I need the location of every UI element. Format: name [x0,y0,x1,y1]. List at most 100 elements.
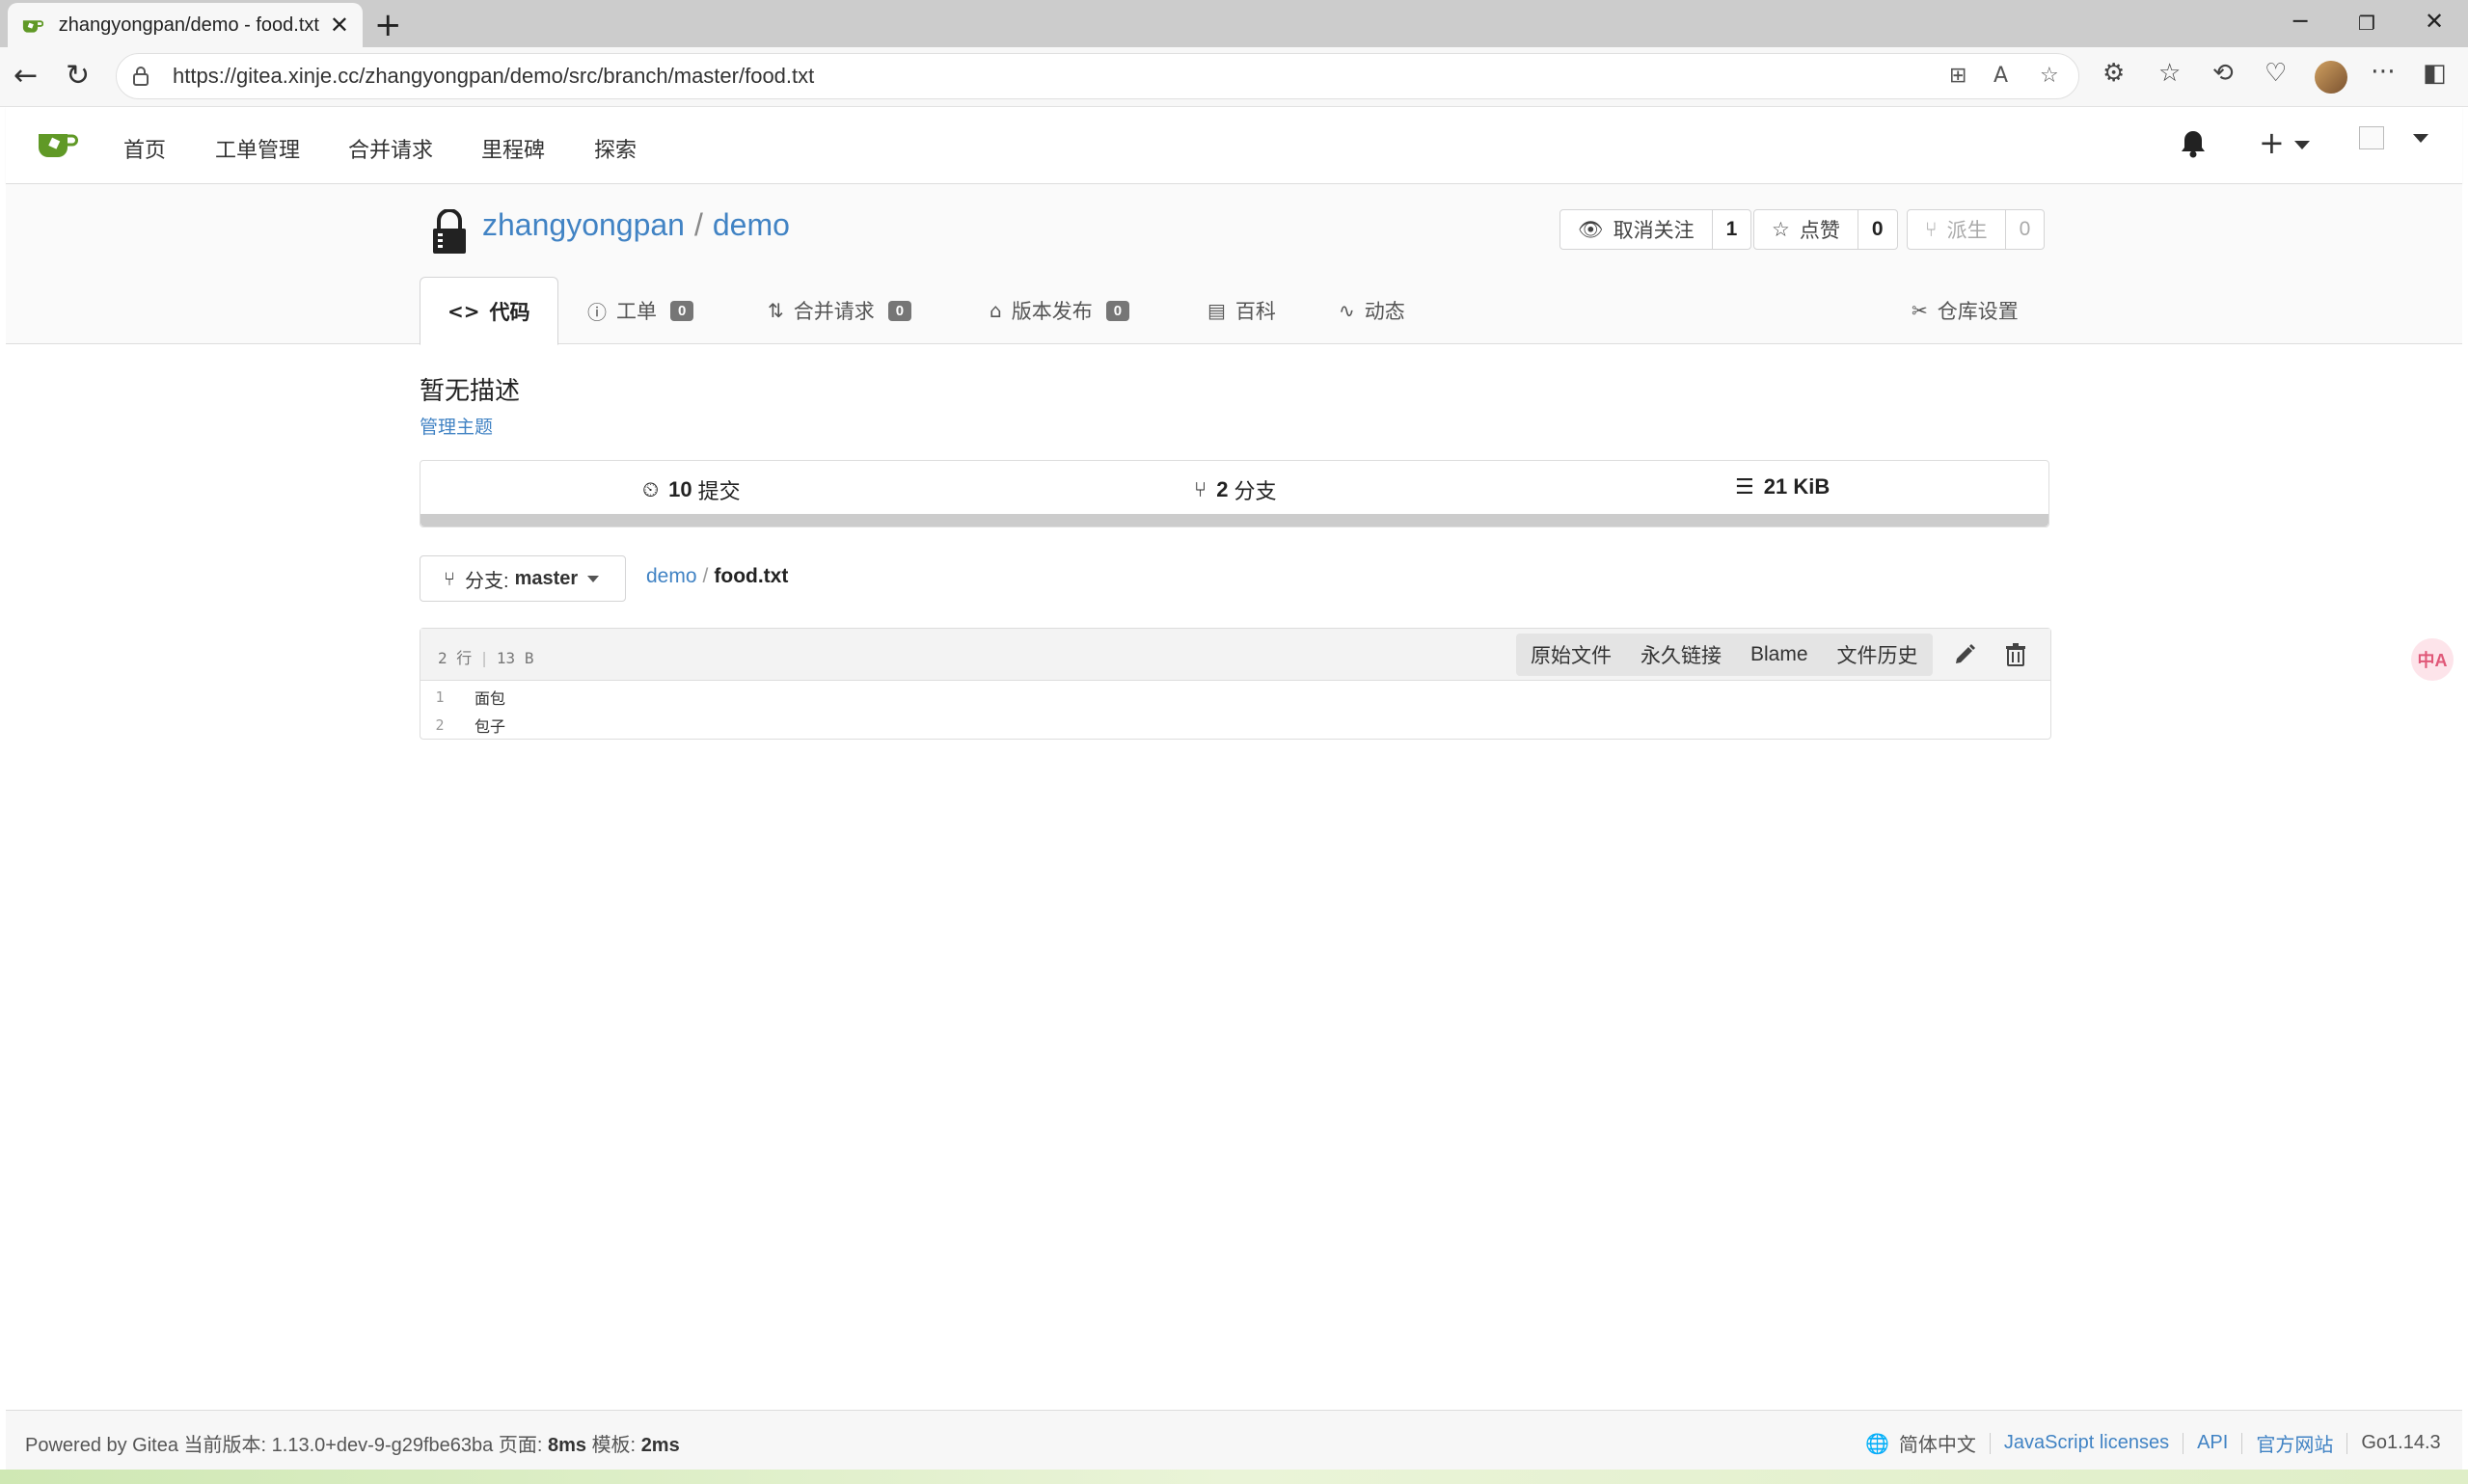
profile-avatar[interactable] [2315,61,2347,94]
extensions-icon[interactable]: ⚙ [2102,59,2125,88]
address-bar[interactable]: https://gitea.xinje.cc/zhangyongpan/demo… [116,53,2079,99]
repo-owner-link[interactable]: zhangyongpan [482,207,685,242]
unwatch-label: 取消关注 [1613,220,1695,242]
health-icon[interactable]: ♡ [2265,59,2287,88]
delete-trash-icon[interactable] [2003,642,2028,667]
url-text: https://gitea.xinje.cc/zhangyongpan/demo… [173,64,815,88]
commits-label: 提交 [697,479,741,503]
gitea-logo-icon[interactable] [37,128,79,161]
eye-icon: 👁 [1578,217,1604,241]
back-arrow-icon[interactable]: ← [14,59,38,93]
code-icon: <> [447,299,480,323]
permalink-button[interactable]: 永久链接 [1626,634,1736,676]
breadcrumb-root-link[interactable]: demo [646,565,697,587]
favorite-star-icon[interactable]: ☆ [2040,64,2059,88]
branches-label: 分支 [1234,479,1277,503]
raw-button[interactable]: 原始文件 [1516,634,1626,676]
new-tab-button[interactable]: + [374,6,402,44]
star-count[interactable]: 0 [1858,210,1897,249]
watch-count[interactable]: 1 [1713,210,1751,249]
star-label: 点赞 [1799,220,1840,242]
repo-title-separator: / [693,207,703,242]
footer-links: 🌐 简体中文 JavaScript licenses API 官方网站 Go1.… [1865,1429,2441,1457]
sidebar-icon[interactable]: ◧ [2423,59,2447,88]
go-version: Go1.14.3 [2361,1432,2441,1453]
window-restore-icon[interactable]: ❐ [2358,12,2375,35]
edit-pencil-icon[interactable] [1952,642,1977,667]
footer-version-info: Powered by Gitea 当前版本: 1.13.0+dev-9-g29f… [25,1429,680,1457]
tab-issues[interactable]: ⓘ 工单 0 [560,277,720,344]
app-available-icon[interactable]: ⊞ [1949,64,1966,88]
file-meta: 2 行 | 13 B [438,645,533,668]
branches-stat[interactable]: ⑂ 2 分支 [1194,474,1276,505]
blame-button[interactable]: Blame [1736,634,1823,676]
create-new-menu[interactable]: + [2259,124,2310,161]
globe-icon: 🌐 [1865,1431,1889,1455]
file-line-count: 2 行 [438,649,473,667]
fork-label: 派生 [1946,220,1988,242]
footer-divider [2346,1432,2348,1454]
watch-button-group: 👁 取消关注 1 [1559,209,1752,250]
tools-icon: ✂ [1912,299,1928,322]
api-link[interactable]: API [2197,1432,2228,1454]
commits-stat[interactable]: ⏲ 10 提交 [642,474,741,505]
gitea-favicon-icon [22,20,43,33]
tab-releases[interactable]: ⌂ 版本发布 0 [963,277,1156,344]
nav-pulls[interactable]: 合并请求 [348,133,433,164]
pulls-count-badge: 0 [887,300,912,321]
browser-tab[interactable]: zhangyongpan/demo - food.txt at master ✕ [8,3,363,47]
language-stats-bar[interactable] [420,514,2048,526]
template-label: 模板: [591,1435,637,1456]
language-selector[interactable]: 简体中文 [1899,1429,1976,1457]
fork-count[interactable]: 0 [2006,210,2045,249]
nav-explore[interactable]: 探索 [594,133,637,164]
tag-icon: ⌂ [990,299,1002,322]
tab-close-icon[interactable]: ✕ [330,12,349,40]
tab-pulls[interactable]: ⇅ 合并请求 0 [741,277,938,344]
repo-name-link[interactable]: demo [713,207,790,242]
nav-milestones[interactable]: 里程碑 [481,133,545,164]
tab-releases-label: 版本发布 [1011,301,1093,323]
line-number[interactable]: 2 [420,716,459,734]
tab-settings[interactable]: ✂ 仓库设置 [1885,277,2046,344]
nav-home[interactable]: 首页 [123,133,166,164]
tab-activity-label: 动态 [1364,301,1405,323]
more-menu-icon[interactable]: ⋯ [2371,57,2396,86]
template-render-time: 2ms [640,1435,680,1456]
powered-by-text: Powered by Gitea 当前版本: 1.13.0+dev-9-g29f… [25,1435,543,1456]
line-number[interactable]: 1 [420,688,459,706]
favorites-icon[interactable]: ☆ [2158,59,2181,88]
tab-code[interactable]: <> 代码 [420,277,558,345]
issues-count-badge: 0 [670,300,694,321]
nav-issues[interactable]: 工单管理 [215,133,300,164]
fork-button[interactable]: ⑂ 派生 [1908,210,2006,249]
tab-wiki[interactable]: ▤ 百科 [1180,277,1303,344]
file-history-button[interactable]: 文件历史 [1823,634,1933,676]
user-menu[interactable] [2359,126,2429,149]
manage-topics-link[interactable]: 管理主题 [420,413,493,439]
star-button[interactable]: ☆ 点赞 [1754,210,1858,249]
tab-activity[interactable]: ∿ 动态 [1312,277,1432,344]
chevron-down-icon [2413,133,2429,143]
taskbar-strip [0,1470,2468,1484]
file-view: 2 行 | 13 B 原始文件 永久链接 Blame 文件历史 1 面包 2 包子 [420,628,2051,740]
unwatch-button[interactable]: 👁 取消关注 [1560,210,1713,249]
branch-icon: ⑂ [444,567,455,590]
website-link[interactable]: 官方网站 [2256,1429,2333,1457]
book-icon: ▤ [1207,299,1226,322]
line-content: 面包 [475,688,506,708]
footer: Powered by Gitea 当前版本: 1.13.0+dev-9-g29f… [6,1410,2462,1470]
footer-divider [2241,1432,2243,1454]
read-aloud-icon[interactable]: A [1993,64,2008,88]
browser-navbar: ← ↻ https://gitea.xinje.cc/zhangyongpan/… [0,47,2468,107]
window-minimize-icon[interactable]: ─ [2293,8,2307,35]
window-close-icon[interactable]: ✕ [2425,8,2444,35]
breadcrumb-current-file: food.txt [714,565,789,587]
translate-icon[interactable]: 中A [2411,638,2454,681]
reload-icon[interactable]: ↻ [66,59,90,93]
notification-bell-icon[interactable] [2179,128,2208,159]
js-licenses-link[interactable]: JavaScript licenses [2004,1432,2169,1454]
branch-selector-button[interactable]: ⑂ 分支: master [420,555,626,602]
file-actions: 原始文件 永久链接 Blame 文件历史 [1516,634,1933,676]
history-icon[interactable]: ⟲ [2212,59,2234,88]
